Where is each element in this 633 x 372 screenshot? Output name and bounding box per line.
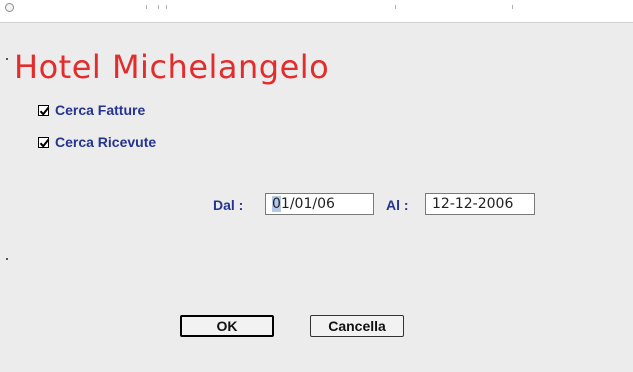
text-selection: 0 — [272, 196, 281, 212]
edge-mark — [6, 58, 8, 60]
date-to-value: 12-12-2006 — [432, 196, 514, 212]
titlebar-mark — [158, 5, 159, 9]
checkmark-icon — [39, 138, 50, 148]
checkbox-label: Cerca Ricevute — [55, 134, 157, 150]
checkbox-box[interactable] — [38, 104, 50, 116]
close-circle-icon[interactable] — [5, 3, 14, 12]
checkbox-cerca-ricevute[interactable]: Cerca Ricevute — [38, 134, 157, 150]
checkmark-icon — [39, 106, 50, 116]
window-titlebar[interactable] — [0, 0, 633, 23]
cancel-button[interactable]: Cancella — [310, 315, 404, 337]
date-to-label: Al : — [386, 197, 409, 213]
edge-mark — [6, 258, 8, 260]
titlebar-mark — [512, 5, 513, 9]
date-to-input[interactable]: 12-12-2006 — [425, 193, 535, 215]
search-dialog: Hotel Michelangelo Cerca Fatture Cerca R… — [0, 0, 633, 372]
ok-button[interactable]: OK — [180, 315, 274, 337]
checkbox-cerca-fatture[interactable]: Cerca Fatture — [38, 102, 146, 118]
titlebar-mark — [146, 5, 147, 9]
date-from-input[interactable]: 01/01/06 — [265, 193, 374, 215]
checkbox-box[interactable] — [38, 136, 50, 148]
app-title: Hotel Michelangelo — [14, 48, 330, 86]
date-from-label: Dal : — [213, 197, 244, 213]
checkbox-label: Cerca Fatture — [55, 102, 146, 118]
date-from-value: 1/01/06 — [280, 196, 335, 212]
titlebar-mark — [166, 5, 167, 9]
titlebar-mark — [395, 5, 396, 9]
